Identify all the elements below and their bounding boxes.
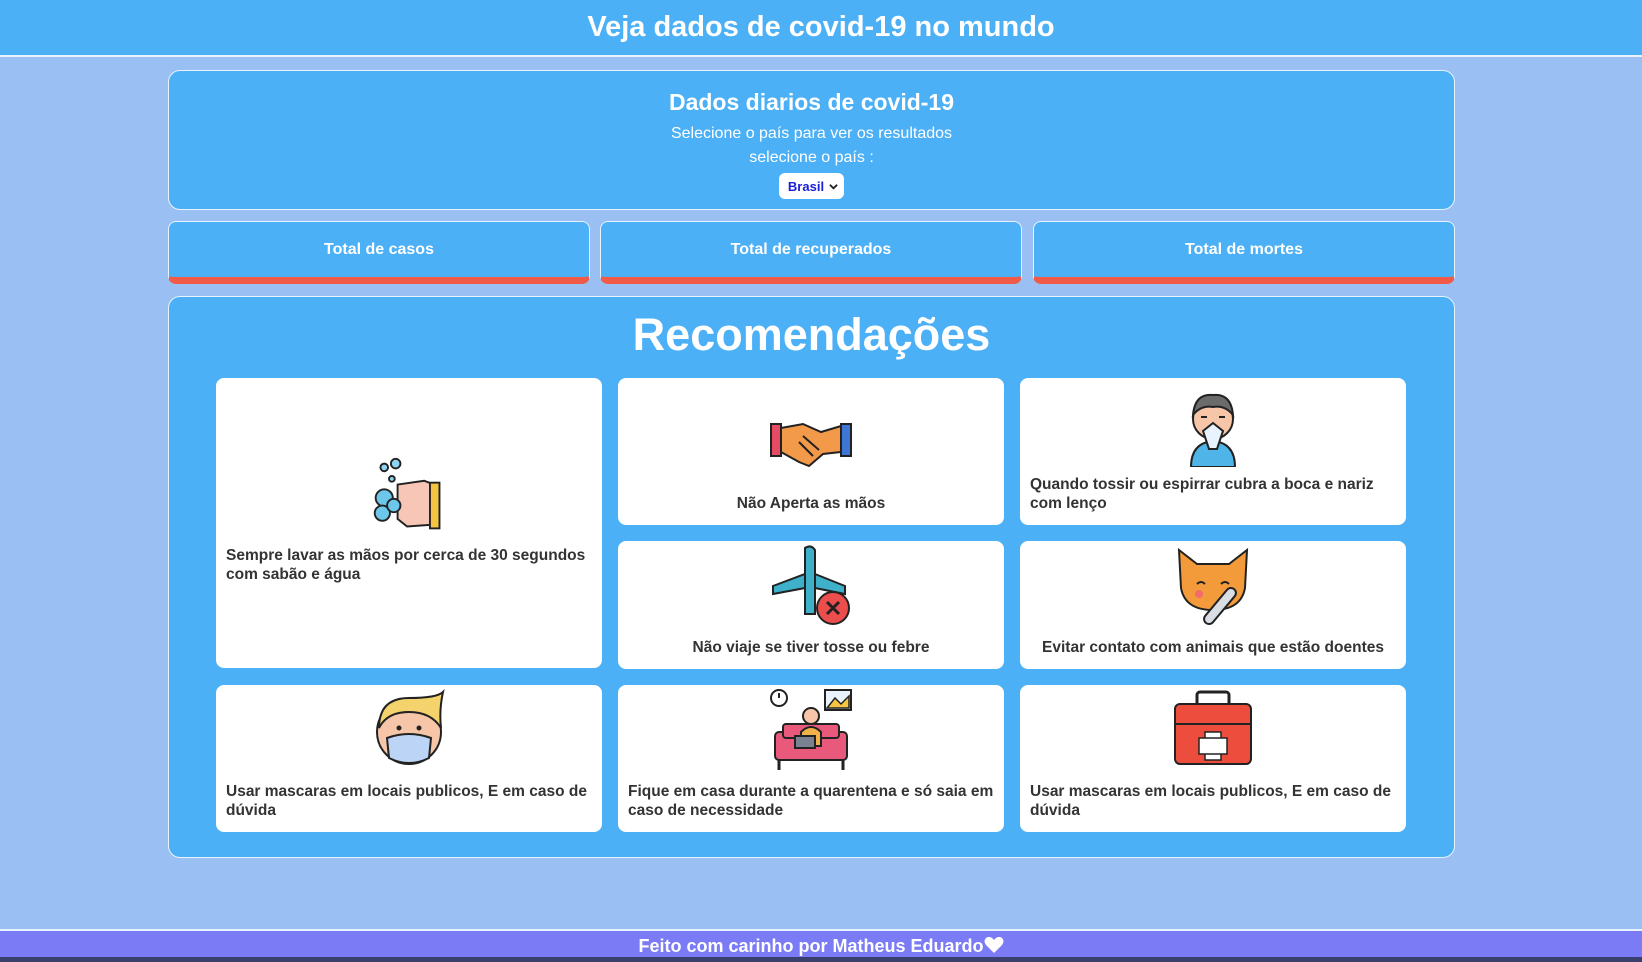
recommendation-text: Usar mascaras em locais publicos, E em c… [226,783,587,819]
daily-data-panel: Dados diarios de covid-19 Selecione o pa… [168,70,1455,210]
recommendation-text: Não viaje se tiver tosse ou febre [692,639,930,656]
footer-credit: Feito com carinho por Matheus Eduardo [638,936,984,956]
daily-title: Dados diarios de covid-19 [668,89,955,115]
total-deaths-card: Total de mortes [1033,221,1455,284]
first-aid-kit-icon [1174,690,1252,765]
recommendation-card-stay-home: Fique em casa durante a quarentena e só … [618,685,1004,832]
handshake-icon [770,422,852,468]
daily-subtitle: Selecione o país para ver os resultados [670,125,953,142]
recommendation-text: Evitar contato com animais que estão doe… [1042,639,1384,656]
footer-text: Feito com carinho por Matheus Eduardo [638,936,1004,957]
recommendation-card-no-travel: Não viaje se tiver tosse ou febre [618,541,1004,669]
recommendation-card-first-aid: Usar mascaras em locais publicos, E em c… [1020,685,1406,832]
total-cases-card: Total de casos [168,221,590,284]
chevron-down-icon [829,183,838,190]
total-cases-label: Total de casos [324,240,434,258]
total-recovered-card: Total de recuperados [600,221,1022,284]
recommendation-card-sick-animals: Evitar contato com animais que estão doe… [1020,541,1406,669]
top-header: Veja dados de covid-19 no mundo [0,0,1642,57]
sneezing-person-icon [1189,393,1237,467]
footer: Feito com carinho por Matheus Eduardo [0,929,1642,962]
page-title: Veja dados de covid-19 no mundo [587,11,1055,43]
recommendation-card-handshake: Não Aperta as mãos [618,378,1004,525]
stay-home-icon [770,689,852,770]
recommendation-text: Sempre lavar as mãos por cerca de 30 seg… [226,547,586,583]
country-select-value: Brasil [787,178,825,194]
hand-washing-icon [373,457,441,530]
recommendations-panel: Recomendações Sempre lavar as mãos por c… [168,296,1455,858]
recommendation-text: Quando tossir ou espirrar cubra a boca e… [1030,476,1374,512]
no-travel-airplane-icon [772,545,850,625]
heart-icon [984,936,1004,953]
total-recovered-label: Total de recuperados [730,240,892,258]
country-select-label: selecione o país : [749,149,874,166]
recommendation-card-hand-washing: Sempre lavar as mãos por cerca de 30 seg… [216,378,602,668]
recommendation-text: Não Aperta as mãos [736,495,886,512]
country-select[interactable]: Brasil [778,173,845,199]
recommendation-card-sneezing: Quando tossir ou espirrar cubra a boca e… [1020,378,1406,525]
recommendation-text: Fique em casa durante a quarentena e só … [628,783,994,819]
recommendation-text: Usar mascaras em locais publicos, E em c… [1030,783,1391,819]
sick-cat-thermometer-icon [1177,547,1249,626]
face-mask-icon [376,688,445,765]
total-deaths-label: Total de mortes [1185,240,1303,258]
recommendations-title: Recomendações [632,309,991,360]
recommendation-card-face-mask: Usar mascaras em locais publicos, E em c… [216,685,602,832]
